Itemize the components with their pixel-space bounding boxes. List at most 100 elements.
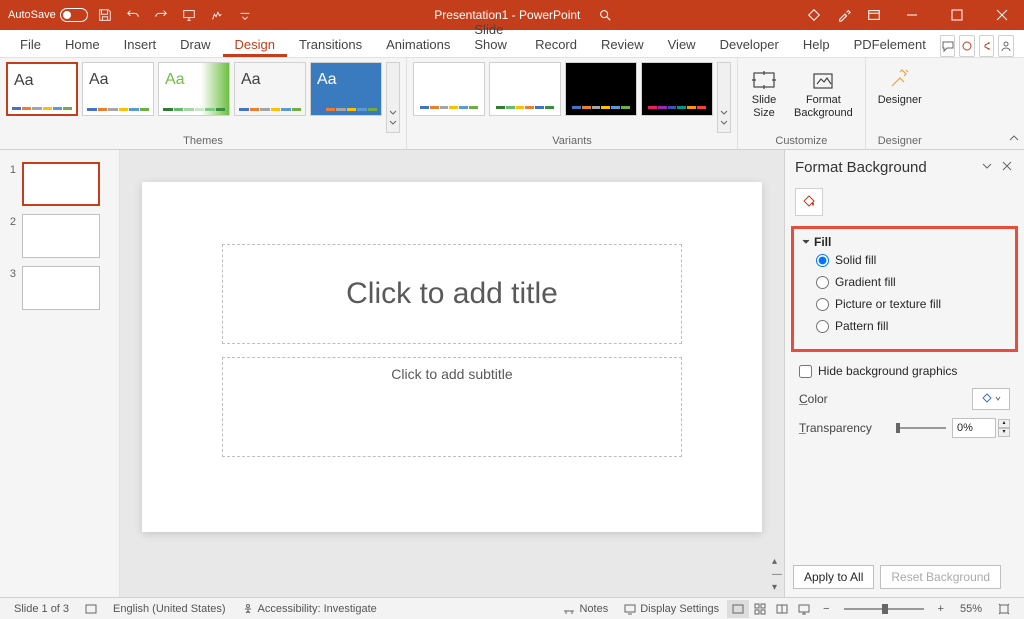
radio-gradient-fill[interactable]: Gradient fill [802,271,1007,293]
qat-more-icon[interactable] [237,7,253,23]
reset-background-button: Reset Background [880,565,1001,589]
minimize-button[interactable] [889,0,934,30]
tab-draw[interactable]: Draw [168,32,222,57]
fit-to-window-button[interactable] [990,603,1018,615]
format-background-button[interactable]: Format Background [788,62,859,124]
slide-thumbnail-3[interactable] [22,266,100,310]
thumb-number: 2 [6,214,16,228]
undo-icon[interactable] [125,7,141,23]
theme-thumb-2[interactable]: Aa [82,62,154,116]
thumb-number: 3 [6,266,16,280]
diamond-icon[interactable] [799,0,829,30]
slideshow-view-button[interactable] [793,600,815,618]
zoom-level[interactable]: 55% [952,603,990,615]
thumb-number: 1 [6,162,16,176]
slide-nav-buttons: ▴ ― ▾ [772,556,782,593]
tab-record[interactable]: Record [523,32,589,57]
notes-button[interactable]: Notes [555,603,616,615]
variant-thumb-2[interactable] [489,62,561,116]
sorter-view-button[interactable] [749,600,771,618]
themes-group-label: Themes [6,133,400,147]
radio-picture-fill[interactable]: Picture or texture fill [802,293,1007,315]
theme-thumb-4[interactable]: Aa [234,62,306,116]
pane-options-button[interactable] [980,158,994,176]
tab-developer[interactable]: Developer [708,32,791,57]
spellcheck-icon[interactable] [77,603,105,615]
fill-section-header[interactable]: Fill [802,235,1007,249]
tab-insert[interactable]: Insert [112,32,169,57]
tab-help[interactable]: Help [791,32,842,57]
next-slide-icon[interactable]: ▾ [772,582,782,593]
account-button[interactable] [998,35,1014,57]
slide-thumbnail-2[interactable] [22,214,100,258]
color-picker-button[interactable] [972,388,1010,410]
close-button[interactable] [979,0,1024,30]
designer-group-label: Designer [872,133,928,147]
ribbon-display-icon[interactable] [859,0,889,30]
variant-thumb-4[interactable] [641,62,713,116]
tab-view[interactable]: View [656,32,708,57]
zoom-in-button[interactable]: + [930,603,952,615]
display-settings-button[interactable]: Display Settings [616,603,727,615]
theme-thumb-1[interactable]: Aa [6,62,78,116]
eyedropper-icon[interactable] [829,0,859,30]
slide-thumbnail-1[interactable] [22,162,100,206]
present-icon[interactable] [181,7,197,23]
transparency-spinner[interactable]: ▴▾ [998,419,1010,437]
apply-to-all-button[interactable]: Apply to All [793,565,874,589]
save-icon[interactable] [97,7,113,23]
theme-thumb-3[interactable]: Aa [158,62,230,116]
transparency-label: Transparency [799,421,890,435]
normal-view-button[interactable] [727,600,749,618]
slide-editor[interactable]: Click to add title Click to add subtitle… [120,150,784,597]
touch-icon[interactable] [209,7,225,23]
tab-review[interactable]: Review [589,32,656,57]
zoom-slider[interactable] [844,608,924,610]
maximize-button[interactable] [934,0,979,30]
pane-close-button[interactable] [1000,158,1014,176]
main-area: 1 2 3 Click to add title Click to add su… [0,150,1024,597]
format-background-pane: Format Background Fill Solid fill Gradie… [784,150,1024,597]
fill-tab-icon[interactable] [795,188,823,216]
tab-design[interactable]: Design [223,32,287,57]
autosave-label: AutoSave [8,9,56,21]
theme-thumb-5[interactable]: Aa [310,62,382,116]
tab-pdfelement[interactable]: PDFelement [842,32,938,57]
slide-counter[interactable]: Slide 1 of 3 [6,603,77,615]
redo-icon[interactable] [153,7,169,23]
themes-more-button[interactable] [386,62,400,133]
subtitle-placeholder[interactable]: Click to add subtitle [222,357,682,457]
autosave-switch[interactable] [60,8,88,22]
tab-animations[interactable]: Animations [374,32,462,57]
autosave-toggle[interactable]: AutoSave [8,8,88,22]
transparency-slider[interactable] [896,427,946,429]
ribbon-tabs: File Home Insert Draw Design Transitions… [0,30,1024,58]
tab-home[interactable]: Home [53,32,112,57]
reading-view-button[interactable] [771,600,793,618]
tab-slideshow[interactable]: Slide Show [462,17,523,57]
designer-button[interactable]: Designer [872,62,928,111]
search-icon[interactable] [590,0,620,30]
zoom-out-button[interactable]: − [815,603,837,615]
tab-transitions[interactable]: Transitions [287,32,374,57]
hide-graphics-checkbox[interactable]: Hide background graphics [785,358,1024,384]
transparency-input[interactable]: 0% [952,418,996,438]
variants-more-button[interactable] [717,62,731,133]
radio-solid-fill[interactable]: Solid fill [802,249,1007,271]
slide-canvas[interactable]: Click to add title Click to add subtitle [142,182,762,532]
variant-thumb-3[interactable] [565,62,637,116]
statusbar: Slide 1 of 3 English (United States) Acc… [0,597,1024,619]
fill-section: Fill Solid fill Gradient fill Picture or… [791,226,1018,352]
language-status[interactable]: English (United States) [105,603,234,615]
record-button[interactable] [959,35,975,57]
tab-file[interactable]: File [8,32,53,57]
variant-thumb-1[interactable] [413,62,485,116]
accessibility-status[interactable]: Accessibility: Investigate [234,603,385,615]
slide-size-button[interactable]: Slide Size [744,62,784,124]
prev-slide-icon[interactable]: ▴ [772,556,782,567]
title-placeholder[interactable]: Click to add title [222,244,682,344]
share-button[interactable] [979,35,995,57]
collapse-ribbon-button[interactable] [1008,132,1020,147]
radio-pattern-fill[interactable]: Pattern fill [802,315,1007,337]
comments-button[interactable] [940,35,956,57]
